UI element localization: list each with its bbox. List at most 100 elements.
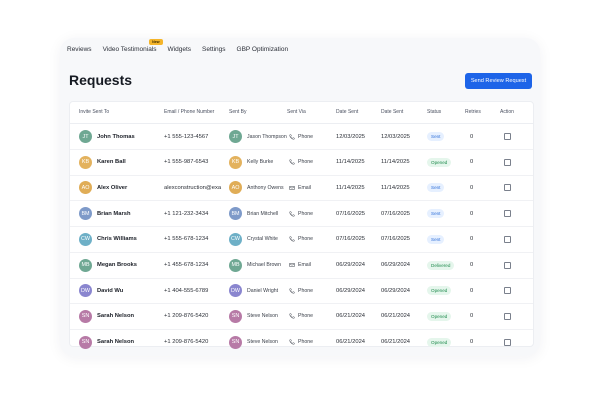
sent-via-label: Phone — [298, 236, 314, 243]
sender-avatar: AO — [229, 181, 242, 195]
row-select-checkbox[interactable] — [504, 287, 511, 295]
sent-via-cell: Email — [289, 253, 334, 278]
sender-name: Kelly Burke — [247, 159, 274, 166]
sender-name: Steve Nelson — [247, 313, 278, 320]
row-select-checkbox[interactable] — [504, 210, 511, 218]
status-badge: Opened — [427, 286, 452, 296]
date-sent-cell-2: 07/16/2025 — [381, 210, 411, 217]
sent-by-cell: BM Brian Mitchell — [229, 201, 287, 226]
invite-sent-to-cell: AO Alex Oliver — [79, 175, 164, 200]
action-cell — [504, 201, 516, 226]
row-select-checkbox[interactable] — [504, 133, 511, 140]
retries-cell: 0 — [470, 236, 474, 243]
recipient-name: Sarah Nelson — [97, 339, 135, 346]
date-sent-cell-2: 12/03/2025 — [381, 133, 411, 140]
contact-cell: +1 404-555-6789 — [164, 287, 209, 294]
recipient-name: Alex Oliver — [97, 184, 128, 191]
retries-cell: 0 — [470, 210, 474, 217]
retries-cell: 0 — [470, 262, 474, 268]
row-select-checkbox[interactable] — [504, 338, 511, 346]
avatar: MB — [79, 258, 92, 272]
recipient-name: Sarah Nelson — [97, 313, 135, 320]
phone-icon — [289, 313, 298, 319]
row-select-checkbox[interactable] — [504, 312, 511, 320]
mail-icon — [289, 262, 298, 268]
date-sent-cell-2: 06/29/2024 — [381, 262, 411, 268]
page-title: Requests — [69, 72, 133, 88]
avatar: SN — [79, 335, 92, 349]
sent-via-label: Phone — [298, 210, 314, 217]
invite-sent-to-cell: MB Megan Brooks — [79, 253, 164, 278]
action-cell — [504, 278, 516, 303]
column-header-date-sent-2: Date Sent — [381, 109, 404, 115]
phone-icon — [289, 236, 298, 242]
action-cell — [504, 150, 516, 175]
tab-bar: Reviews Video Testimonials New Widgets S… — [60, 38, 540, 60]
date-sent-cell: 07/16/2025 — [336, 236, 366, 243]
action-cell — [504, 175, 516, 200]
recipient-name: Karen Ball — [97, 159, 126, 166]
sent-via-cell: Phone — [289, 304, 334, 329]
action-cell — [504, 304, 516, 329]
invite-sent-to-cell: SN Sarah Nelson — [79, 304, 164, 329]
sent-by-cell: SN Steve Nelson — [229, 330, 287, 355]
contact-cell: +1 555-678-1234 — [164, 236, 209, 243]
table-row: KB Karen Ball +1 555-987-6543 KB Kelly Burke… — [70, 150, 533, 176]
table-row: MB Megan Brooks +1 455-678-1234 MB Michael B… — [70, 253, 533, 279]
avatar: DW — [79, 284, 92, 298]
new-badge: New — [149, 38, 163, 45]
retries-cell: 0 — [470, 287, 474, 294]
sender-avatar: SN — [229, 309, 242, 323]
status-cell: Opened — [427, 304, 463, 329]
phone-icon — [289, 134, 298, 140]
contact-cell: +1 121-232-3434 — [164, 210, 209, 217]
tab-settings[interactable]: Settings — [202, 46, 226, 53]
sent-via-cell: Phone — [289, 124, 334, 149]
sent-by-cell: MB Michael Brown — [229, 253, 287, 278]
sender-avatar: JT — [229, 130, 242, 143]
sender-avatar: SN — [229, 335, 242, 349]
sender-name: Anthony Owens — [247, 184, 284, 191]
contact-cell: +1 455-678-1234 — [164, 262, 209, 268]
tab-widgets[interactable]: Widgets — [168, 46, 191, 53]
sent-by-cell: AO Anthony Owens — [229, 175, 287, 200]
date-sent-cell: 11/14/2025 — [336, 159, 365, 166]
column-header-sent-via: Sent Via — [287, 109, 306, 115]
send-review-request-button[interactable]: Send Review Request — [465, 73, 532, 89]
retries-cell: 0 — [470, 184, 474, 191]
sent-via-label: Phone — [298, 159, 314, 166]
tab-reviews[interactable]: Reviews — [67, 46, 92, 53]
table-row: DW David Wu +1 404-555-6789 DW Daniel Wright… — [70, 278, 533, 305]
row-select-checkbox[interactable] — [504, 184, 511, 192]
sent-via-label: Phone — [298, 313, 314, 320]
sent-via-cell: Email — [289, 175, 334, 200]
requests-table: Invite Sent To Email / Phone Number Sent… — [69, 101, 534, 349]
invite-sent-to-cell: CW Chris Williams — [79, 227, 164, 252]
retries-cell: 0 — [470, 159, 474, 166]
status-cell: Sent — [427, 124, 463, 149]
column-header-action: Action — [500, 109, 514, 115]
row-select-checkbox[interactable] — [504, 158, 511, 166]
invite-sent-to-cell: SN Sarah Nelson — [79, 330, 164, 355]
status-badge: Sent — [427, 183, 445, 193]
status-cell: Sent — [427, 175, 463, 200]
status-badge: Sent — [427, 234, 445, 244]
status-badge: Opened — [427, 311, 452, 321]
recipient-name: Brian Marsh — [97, 210, 131, 217]
status-cell: Opened — [427, 150, 463, 175]
sent-via-cell: Phone — [289, 150, 334, 175]
action-cell — [504, 253, 516, 278]
tab-video-testimonials[interactable]: Video Testimonials New — [103, 38, 163, 53]
tab-gbp-optimization[interactable]: GBP Optimization — [237, 46, 289, 53]
date-sent-cell-2: 06/21/2024 — [381, 313, 411, 320]
row-select-checkbox[interactable] — [504, 261, 511, 269]
date-sent-cell: 11/14/2025 — [336, 184, 365, 191]
sender-name: Steve Nelson — [247, 339, 278, 346]
column-header-retries: Retries — [465, 109, 481, 115]
column-header-date-sent: Date Sent — [336, 109, 359, 115]
invite-sent-to-cell: DW David Wu — [79, 278, 164, 303]
status-cell: Delivered — [427, 253, 463, 278]
row-select-checkbox[interactable] — [504, 235, 511, 243]
table-row: SN Sarah Nelson +1 209-876-5420 SN Steve Nel… — [70, 330, 533, 355]
status-badge: Opened — [427, 337, 452, 347]
